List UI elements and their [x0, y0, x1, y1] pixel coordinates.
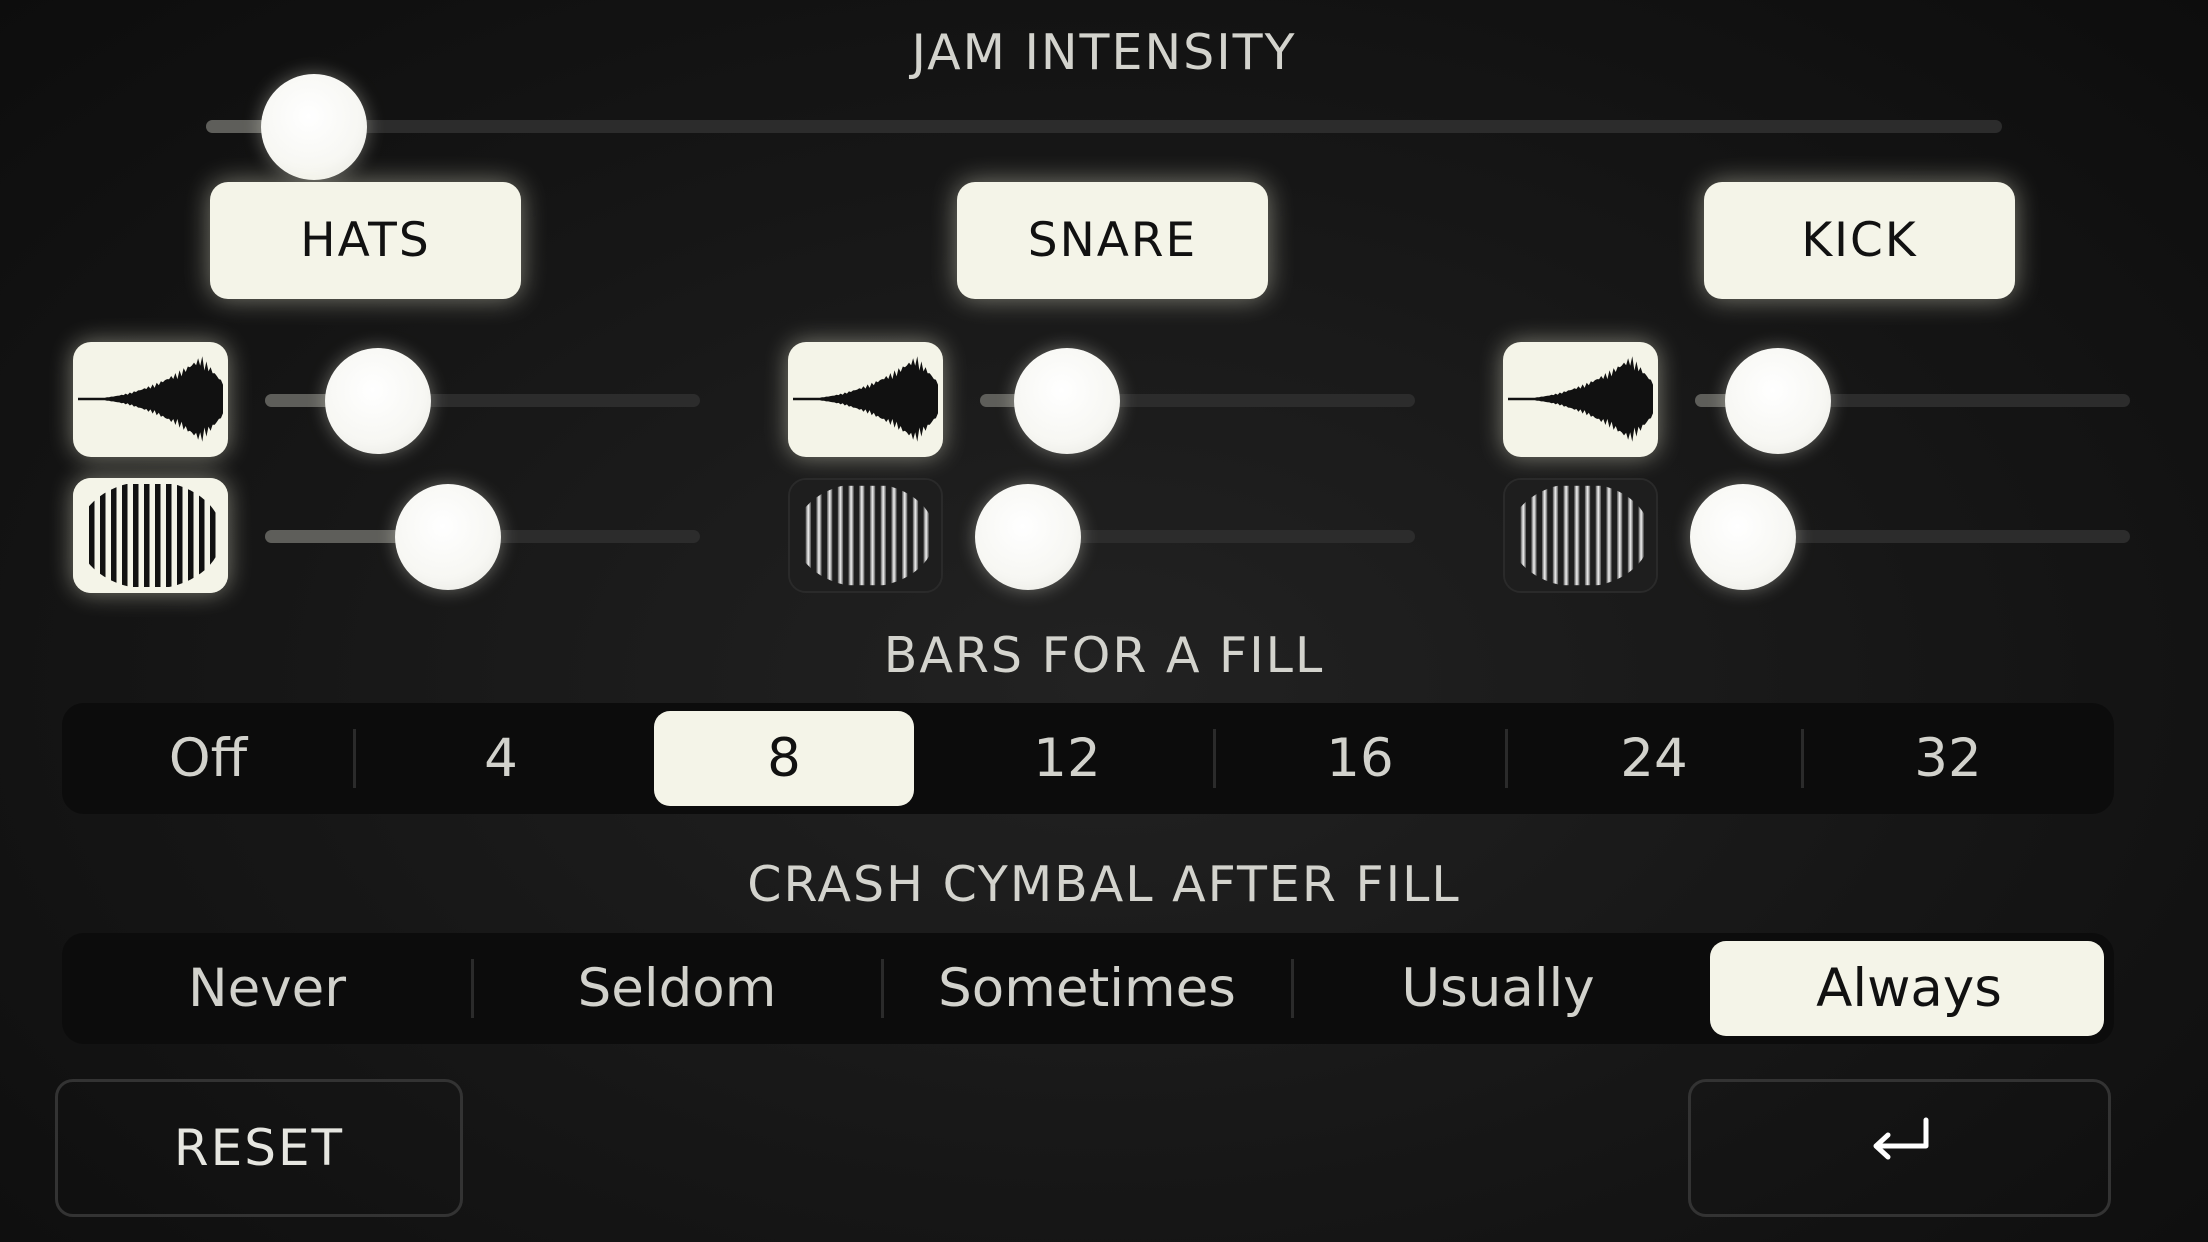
bars-option-label: Off	[168, 728, 248, 789]
bars-option-12[interactable]: 12	[920, 703, 1214, 814]
hats-volume-slider[interactable]	[265, 348, 700, 454]
bars-option-label: 16	[1326, 728, 1394, 789]
waveform-icon	[1503, 342, 1658, 457]
snare-button[interactable]: SNARE	[957, 182, 1268, 299]
bars-option-label: 24	[1620, 728, 1688, 789]
bars-option-16[interactable]: 16	[1214, 703, 1506, 814]
kick-pattern-tile[interactable]	[1503, 478, 1658, 593]
slider-knob[interactable]	[395, 484, 501, 590]
slider-knob[interactable]	[261, 74, 367, 180]
snare-volume-slider[interactable]	[980, 348, 1415, 454]
striped-drum-icon	[1505, 480, 1656, 591]
return-arrow-icon	[1868, 1116, 1932, 1180]
snare-volume-tile[interactable]	[788, 342, 943, 457]
crash-option-label: Usually	[1401, 958, 1595, 1019]
bars-for-fill-title: BARS FOR A FILL	[883, 627, 1325, 684]
crash-option-sometimes[interactable]: Sometimes	[882, 933, 1292, 1044]
bars-option-label: 8	[767, 728, 801, 789]
hats-volume-tile[interactable]	[73, 342, 228, 457]
kick-pattern-slider[interactable]	[1690, 484, 2130, 590]
waveform-icon	[73, 342, 228, 457]
slider-knob[interactable]	[325, 348, 431, 454]
waveform-icon	[788, 342, 943, 457]
bars-option-4[interactable]: 4	[354, 703, 648, 814]
bars-option-32[interactable]: 32	[1802, 703, 2094, 814]
bars-option-off[interactable]: Off	[62, 703, 354, 814]
slider-knob[interactable]	[1725, 348, 1831, 454]
hats-pattern-slider[interactable]	[265, 484, 700, 590]
bars-option-24[interactable]: 24	[1506, 703, 1802, 814]
bars-option-8[interactable]: 8	[648, 703, 920, 814]
jam-intensity-title: JAM INTENSITY	[911, 24, 1297, 81]
crash-option-label: Seldom	[577, 958, 777, 1019]
striped-drum-icon	[790, 480, 941, 591]
crash-cymbal-title: CRASH CYMBAL AFTER FILL	[747, 856, 1461, 913]
kick-volume-tile[interactable]	[1503, 342, 1658, 457]
bars-option-label: 4	[484, 728, 518, 789]
bars-option-label: 32	[1914, 728, 1982, 789]
jam-intensity-slider[interactable]	[206, 74, 2002, 180]
crash-option-seldom[interactable]: Seldom	[472, 933, 882, 1044]
hats-pattern-tile[interactable]	[73, 478, 228, 593]
kick-volume-slider[interactable]	[1695, 348, 2130, 454]
slider-track	[206, 120, 2002, 133]
slider-knob[interactable]	[1014, 348, 1120, 454]
hats-button[interactable]: HATS	[210, 182, 521, 299]
kick-button[interactable]: KICK	[1704, 182, 2015, 299]
snare-pattern-slider[interactable]	[975, 484, 1415, 590]
crash-cymbal-selector: Never Seldom Sometimes Usually Always	[62, 933, 2114, 1044]
slider-knob[interactable]	[975, 484, 1081, 590]
crash-option-label: Sometimes	[938, 958, 1236, 1019]
crash-option-label: Always	[1816, 958, 2002, 1019]
reset-button[interactable]: RESET	[55, 1079, 463, 1217]
crash-option-never[interactable]: Never	[62, 933, 472, 1044]
bars-for-fill-selector: Off 4 8 12 16 24 32	[62, 703, 2114, 814]
crash-option-label: Never	[187, 958, 347, 1019]
enter-button[interactable]	[1688, 1079, 2111, 1217]
slider-knob[interactable]	[1690, 484, 1796, 590]
snare-pattern-tile[interactable]	[788, 478, 943, 593]
bars-option-label: 12	[1033, 728, 1101, 789]
crash-option-usually[interactable]: Usually	[1292, 933, 1704, 1044]
crash-option-always[interactable]: Always	[1704, 933, 2114, 1044]
striped-drum-icon	[73, 478, 228, 593]
